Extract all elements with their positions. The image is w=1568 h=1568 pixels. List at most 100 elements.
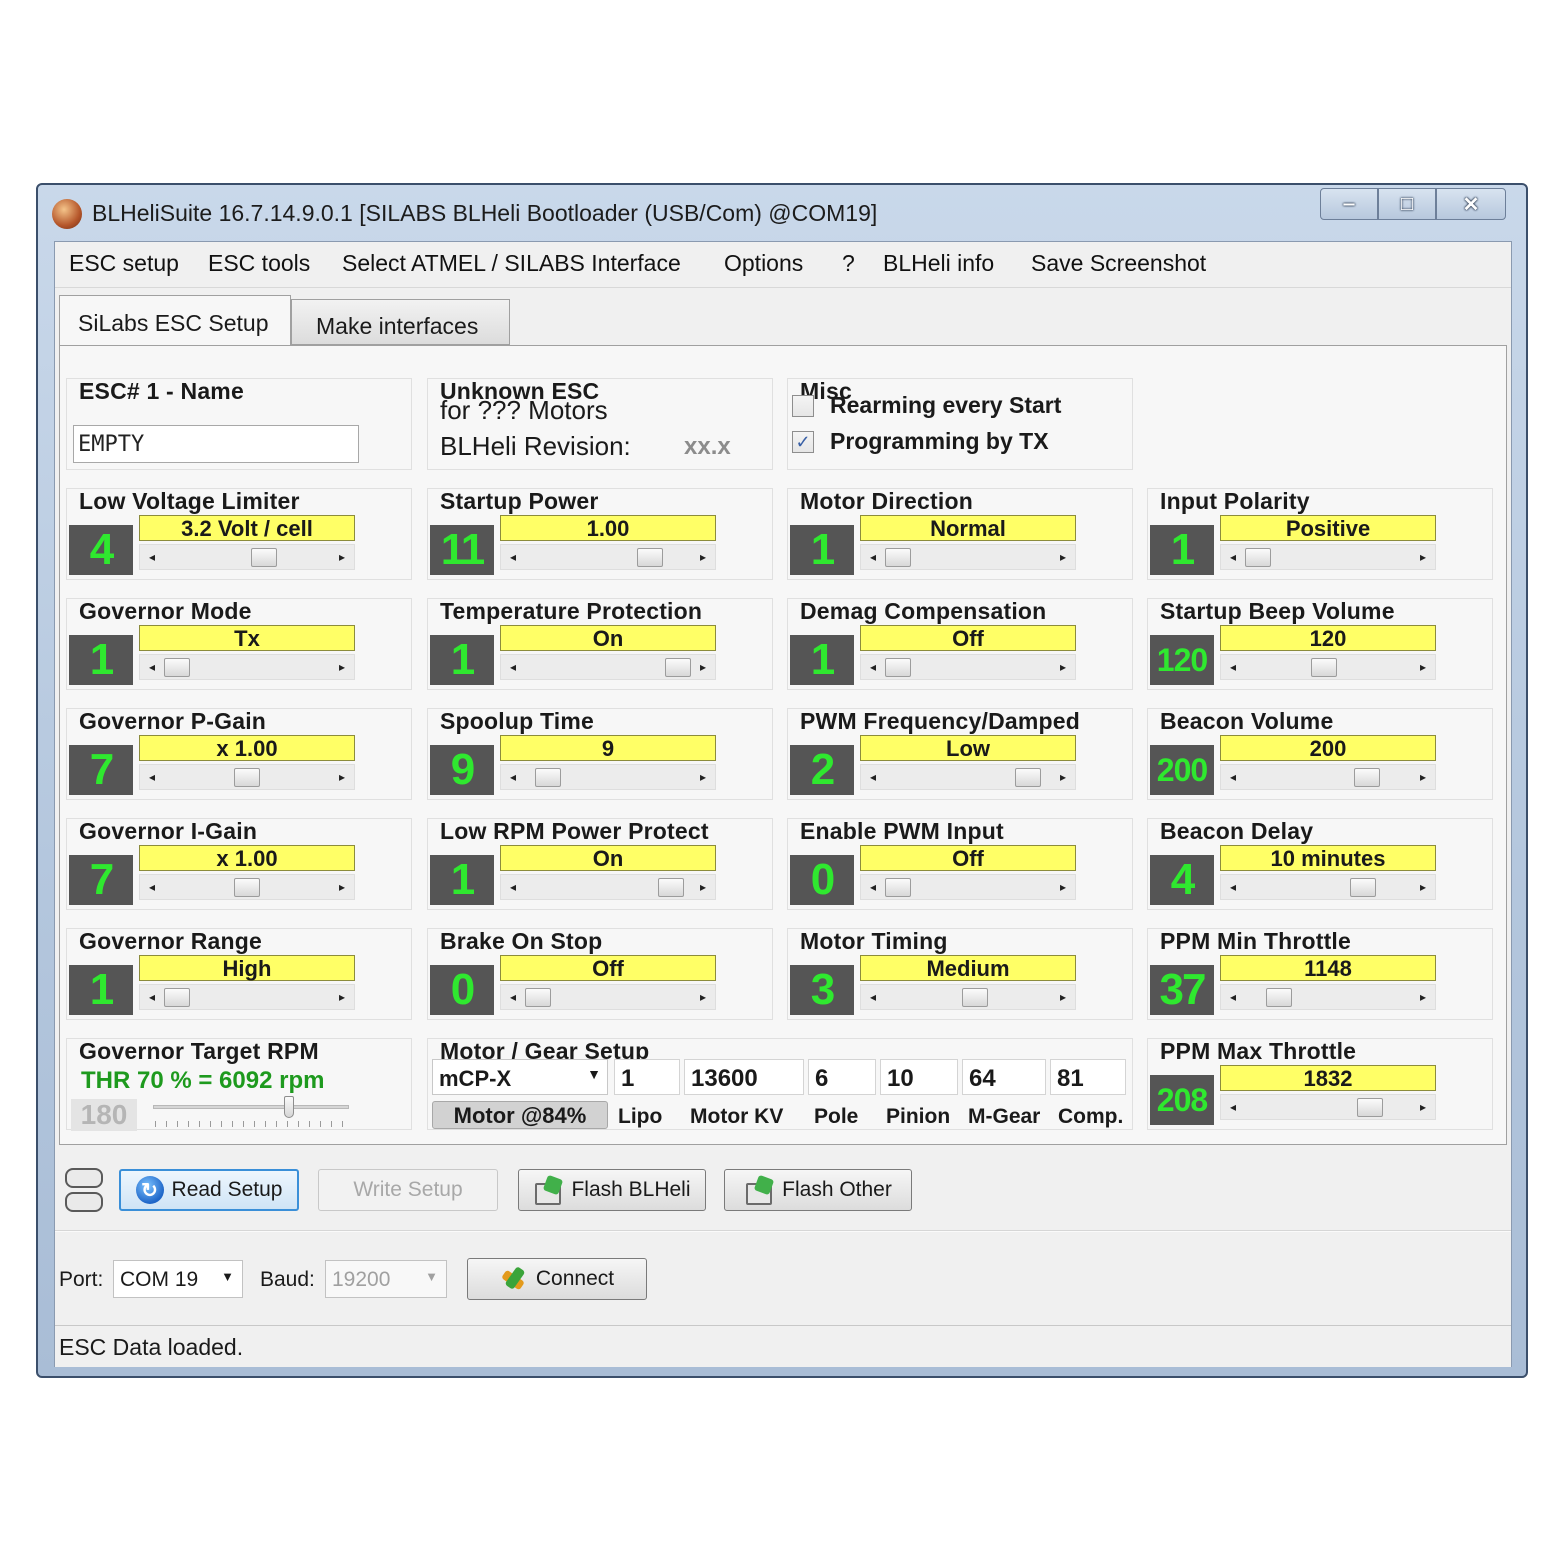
setting-slider[interactable]: ◂ ▸ (1220, 984, 1436, 1010)
slider-thumb[interactable] (1354, 768, 1381, 787)
slider-thumb[interactable] (885, 658, 911, 677)
minimize-button[interactable]: ‒ (1320, 188, 1378, 220)
setting-slider[interactable]: ◂ ▸ (139, 764, 355, 790)
setting-slider[interactable]: ◂ ▸ (860, 654, 1076, 680)
scroll-left-arrow-icon[interactable]: ◂ (861, 765, 885, 789)
comp-field[interactable]: 81 (1050, 1059, 1126, 1095)
setting-slider[interactable]: ◂ ▸ (139, 984, 355, 1010)
scroll-left-arrow-icon[interactable]: ◂ (1221, 985, 1245, 1009)
connect-button[interactable]: Connect (467, 1258, 647, 1300)
scroll-right-arrow-icon[interactable]: ▸ (691, 765, 715, 789)
scroll-right-arrow-icon[interactable]: ▸ (1411, 985, 1435, 1009)
slider-thumb[interactable] (525, 988, 551, 1007)
setting-slider[interactable]: ◂ ▸ (860, 984, 1076, 1010)
scroll-right-arrow-icon[interactable]: ▸ (1051, 545, 1075, 569)
scroll-left-arrow-icon[interactable]: ◂ (861, 655, 885, 679)
setting-slider[interactable]: ◂ ▸ (139, 654, 355, 680)
slider-thumb[interactable] (962, 988, 988, 1007)
slider-thumb[interactable] (637, 548, 663, 567)
read-setup-button[interactable]: ↻ Read Setup (119, 1169, 299, 1211)
setting-slider[interactable]: ◂ ▸ (1220, 544, 1436, 570)
scroll-left-arrow-icon[interactable]: ◂ (501, 655, 525, 679)
slider-thumb[interactable] (1245, 548, 1271, 567)
flash-other-button[interactable]: Flash Other (724, 1169, 912, 1211)
scroll-right-arrow-icon[interactable]: ▸ (330, 655, 354, 679)
menu-save-screenshot[interactable]: Save Screenshot (1031, 250, 1206, 277)
slider-thumb[interactable] (164, 988, 190, 1007)
tab-make-interfaces[interactable]: Make interfaces (291, 299, 510, 345)
motor-kv-field[interactable]: 13600 (684, 1059, 804, 1095)
scroll-right-arrow-icon[interactable]: ▸ (1411, 1095, 1435, 1119)
scroll-right-arrow-icon[interactable]: ▸ (691, 985, 715, 1009)
scroll-left-arrow-icon[interactable]: ◂ (501, 545, 525, 569)
mgear-field[interactable]: 64 (962, 1059, 1046, 1095)
scroll-right-arrow-icon[interactable]: ▸ (1411, 545, 1435, 569)
write-setup-button[interactable]: Write Setup (318, 1169, 498, 1211)
setting-slider[interactable]: ◂ ▸ (860, 544, 1076, 570)
scroll-left-arrow-icon[interactable]: ◂ (1221, 1095, 1245, 1119)
title-bar[interactable]: BLHeliSuite 16.7.14.9.0.1 [SILABS BLHeli… (38, 185, 1526, 241)
scroll-right-arrow-icon[interactable]: ▸ (1051, 985, 1075, 1009)
slider-thumb[interactable] (885, 548, 911, 567)
setting-slider[interactable]: ◂ ▸ (139, 874, 355, 900)
slider-thumb[interactable] (665, 658, 691, 677)
setting-slider[interactable]: ◂ ▸ (860, 764, 1076, 790)
setting-slider[interactable]: ◂ ▸ (500, 544, 716, 570)
menu-blheli-info[interactable]: BLHeli info (883, 250, 994, 277)
flash-blheli-button[interactable]: Flash BLHeli (518, 1169, 706, 1211)
setting-slider[interactable]: ◂ ▸ (860, 874, 1076, 900)
scroll-right-arrow-icon[interactable]: ▸ (1411, 765, 1435, 789)
pole-field[interactable]: 6 (808, 1059, 876, 1095)
scroll-left-arrow-icon[interactable]: ◂ (1221, 655, 1245, 679)
scroll-right-arrow-icon[interactable]: ▸ (330, 875, 354, 899)
scroll-left-arrow-icon[interactable]: ◂ (140, 985, 164, 1009)
setting-slider[interactable]: ◂ ▸ (139, 544, 355, 570)
rearming-checkbox[interactable] (792, 395, 814, 417)
scroll-left-arrow-icon[interactable]: ◂ (861, 875, 885, 899)
scroll-left-arrow-icon[interactable]: ◂ (1221, 875, 1245, 899)
scroll-right-arrow-icon[interactable]: ▸ (691, 545, 715, 569)
slider-thumb[interactable] (234, 878, 260, 897)
scroll-left-arrow-icon[interactable]: ◂ (501, 985, 525, 1009)
slider-thumb[interactable] (164, 658, 190, 677)
programming-by-tx-checkbox[interactable]: ✓ (792, 431, 814, 453)
setting-slider[interactable]: ◂ ▸ (500, 984, 716, 1010)
pinion-field[interactable]: 10 (880, 1059, 958, 1095)
trackbar-thumb[interactable] (284, 1096, 294, 1118)
slider-thumb[interactable] (534, 768, 561, 787)
maximize-button[interactable]: □ (1378, 188, 1436, 220)
motor-model-select[interactable]: mCP-X ▼ (432, 1059, 608, 1095)
menu-select-interface[interactable]: Select ATMEL / SILABS Interface (342, 250, 681, 277)
setting-slider[interactable]: ◂ ▸ (1220, 654, 1436, 680)
slider-thumb[interactable] (1350, 878, 1376, 897)
scroll-left-arrow-icon[interactable]: ◂ (140, 545, 164, 569)
slider-thumb[interactable] (658, 878, 684, 897)
scroll-right-arrow-icon[interactable]: ▸ (330, 545, 354, 569)
scroll-right-arrow-icon[interactable]: ▸ (1411, 655, 1435, 679)
setting-slider[interactable]: ◂ ▸ (1220, 1094, 1436, 1120)
menu-esc-setup[interactable]: ESC setup (69, 250, 179, 277)
tab-silabs-esc-setup[interactable]: SiLabs ESC Setup (59, 295, 291, 345)
port-select[interactable]: COM 19 ▼ (113, 1260, 243, 1298)
scroll-right-arrow-icon[interactable]: ▸ (691, 655, 715, 679)
scroll-right-arrow-icon[interactable]: ▸ (1051, 655, 1075, 679)
scroll-left-arrow-icon[interactable]: ◂ (1221, 765, 1245, 789)
scroll-left-arrow-icon[interactable]: ◂ (501, 875, 525, 899)
scroll-right-arrow-icon[interactable]: ▸ (691, 875, 715, 899)
scroll-left-arrow-icon[interactable]: ◂ (1221, 545, 1245, 569)
scroll-left-arrow-icon[interactable]: ◂ (861, 985, 885, 1009)
close-button[interactable]: ✕ (1436, 188, 1506, 220)
setting-slider[interactable]: ◂ ▸ (500, 764, 716, 790)
setting-slider[interactable]: ◂ ▸ (500, 874, 716, 900)
scroll-left-arrow-icon[interactable]: ◂ (140, 875, 164, 899)
scroll-left-arrow-icon[interactable]: ◂ (501, 765, 525, 789)
menu-options[interactable]: Options (724, 250, 803, 277)
baud-select[interactable]: 19200 ▼ (325, 1260, 447, 1298)
scroll-left-arrow-icon[interactable]: ◂ (140, 765, 164, 789)
esc-name-input[interactable]: EMPTY (73, 425, 359, 463)
scroll-right-arrow-icon[interactable]: ▸ (1411, 875, 1435, 899)
scroll-right-arrow-icon[interactable]: ▸ (1051, 875, 1075, 899)
governor-target-trackbar[interactable] (153, 1096, 349, 1118)
scroll-right-arrow-icon[interactable]: ▸ (330, 765, 354, 789)
scroll-right-arrow-icon[interactable]: ▸ (330, 985, 354, 1009)
